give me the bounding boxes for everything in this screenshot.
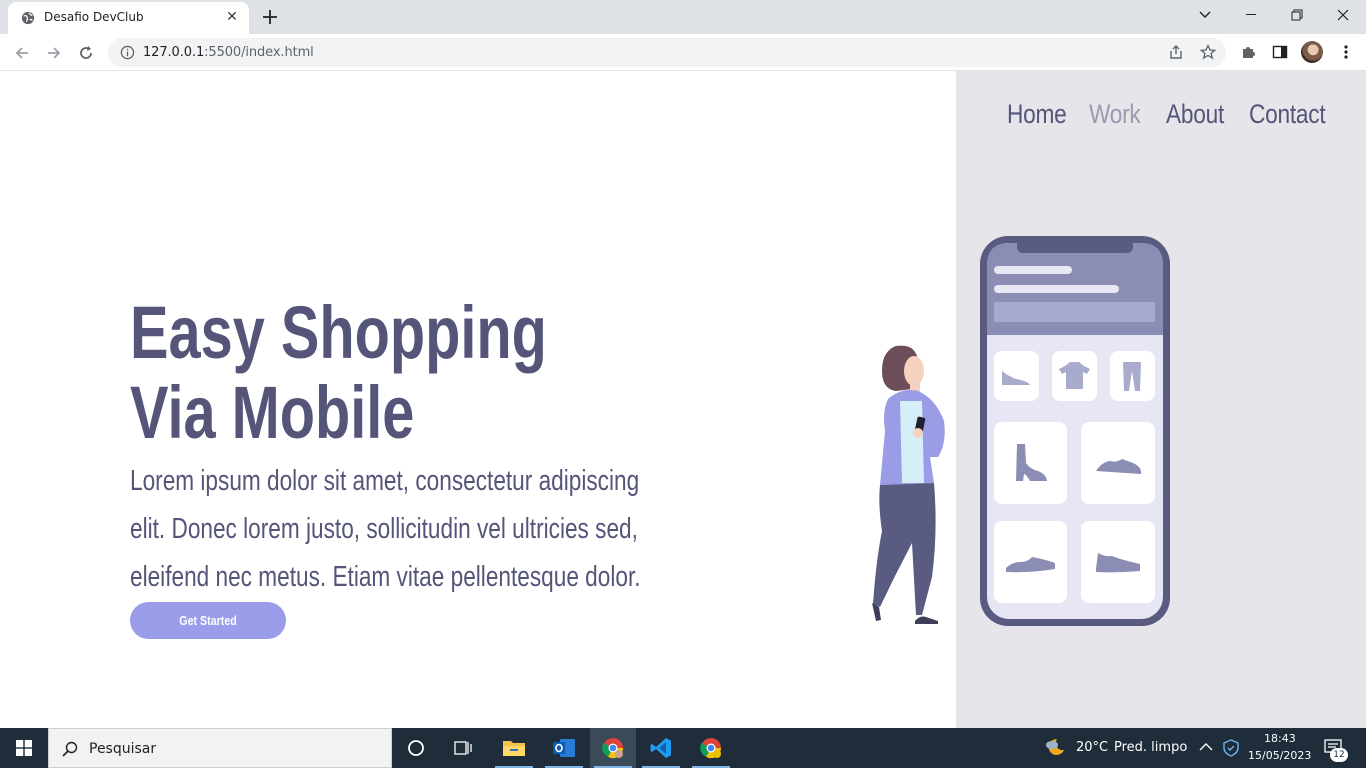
chevron-up-icon[interactable] bbox=[1199, 742, 1213, 752]
woman-figure bbox=[872, 345, 945, 624]
hero-title-line-2: Via Mobile bbox=[130, 371, 415, 454]
security-shield-icon[interactable] bbox=[1223, 739, 1239, 757]
menu-kebab-icon[interactable] bbox=[1336, 42, 1356, 62]
search-icon bbox=[62, 741, 78, 757]
search-placeholder: Pesquisar bbox=[89, 741, 157, 757]
notification-count-badge: 12 bbox=[1330, 748, 1348, 762]
windows-start-icon[interactable] bbox=[0, 728, 48, 768]
main-nav: Home Work About Contact bbox=[0, 99, 1366, 139]
close-tab-icon[interactable]: ✕ bbox=[224, 9, 240, 25]
back-icon[interactable] bbox=[10, 41, 34, 65]
nav-link-about[interactable]: About bbox=[1166, 99, 1224, 130]
url-host: 127.0.0.1 bbox=[143, 45, 205, 60]
browser-tab-bar: Desafio DevClub ✕ bbox=[0, 0, 1366, 34]
nav-link-contact[interactable]: Contact bbox=[1249, 99, 1326, 130]
hero-text-line-2: elit. Donec lorem justo, sollicitudin ve… bbox=[130, 513, 638, 545]
vscode-icon[interactable] bbox=[638, 728, 684, 768]
share-icon[interactable] bbox=[1166, 42, 1186, 62]
hero-title: Easy Shopping Via Mobile bbox=[130, 293, 547, 453]
clock-date[interactable]: 15/05/2023 bbox=[1248, 749, 1311, 762]
hero-title-line-1: Easy Shopping bbox=[130, 291, 547, 374]
url-path: :5500/index.html bbox=[204, 45, 314, 60]
minimize-icon[interactable] bbox=[1228, 0, 1274, 30]
forward-icon[interactable] bbox=[42, 41, 66, 65]
nav-link-home[interactable]: Home bbox=[1007, 99, 1067, 130]
hero-description: Lorem ipsum dolor sit amet, consectetur … bbox=[130, 457, 660, 601]
file-explorer-icon[interactable] bbox=[491, 728, 537, 768]
tab-search-icon[interactable] bbox=[1182, 0, 1228, 30]
bookmark-star-icon[interactable] bbox=[1198, 42, 1218, 62]
taskbar-search[interactable]: Pesquisar bbox=[48, 728, 392, 768]
browser-tab[interactable]: Desafio DevClub ✕ bbox=[8, 2, 249, 34]
tab-title: Desafio DevClub bbox=[44, 10, 144, 24]
outlook-icon[interactable] bbox=[541, 728, 587, 768]
web-page: Home Work About Contact Easy Shopping Vi… bbox=[0, 71, 1366, 728]
mobile-shopping-illustration bbox=[872, 236, 1170, 626]
profile-avatar[interactable] bbox=[1301, 41, 1323, 63]
url-text: 127.0.0.1:5500/index.html bbox=[143, 45, 314, 60]
weather-moon-icon[interactable] bbox=[1043, 736, 1067, 758]
close-window-icon[interactable] bbox=[1320, 0, 1366, 30]
chrome-icon[interactable] bbox=[688, 728, 734, 768]
new-tab-icon[interactable] bbox=[259, 6, 281, 28]
weather-description[interactable]: Pred. limpo bbox=[1114, 740, 1187, 755]
weather-temperature[interactable]: 20°C bbox=[1076, 740, 1108, 755]
task-view-icon[interactable] bbox=[440, 728, 486, 768]
nav-link-work[interactable]: Work bbox=[1089, 99, 1141, 130]
hero-text-line-3: eleifend nec metus. Etiam vitae pellente… bbox=[130, 561, 641, 593]
browser-toolbar: 127.0.0.1:5500/index.html bbox=[0, 34, 1366, 71]
info-icon[interactable] bbox=[120, 45, 135, 60]
address-bar[interactable]: 127.0.0.1:5500/index.html bbox=[108, 38, 1226, 67]
extensions-icon[interactable] bbox=[1238, 42, 1258, 62]
hero-text-line-1: Lorem ipsum dolor sit amet, consectetur … bbox=[130, 465, 640, 497]
globe-icon bbox=[21, 11, 35, 25]
get-started-label: Get Started bbox=[179, 613, 237, 628]
side-panel-icon[interactable] bbox=[1270, 42, 1290, 62]
clock-time[interactable]: 18:43 bbox=[1264, 732, 1296, 745]
phone-illustration bbox=[980, 236, 1170, 626]
get-started-button[interactable]: Get Started bbox=[130, 602, 286, 639]
chrome-profile-icon[interactable] bbox=[590, 728, 636, 768]
windows-taskbar: Pesquisar 20°C Pred. limpo 18:43 15/05/2… bbox=[0, 728, 1366, 768]
restore-icon[interactable] bbox=[1274, 0, 1320, 30]
cortana-icon[interactable] bbox=[393, 728, 439, 768]
reload-icon[interactable] bbox=[74, 41, 98, 65]
